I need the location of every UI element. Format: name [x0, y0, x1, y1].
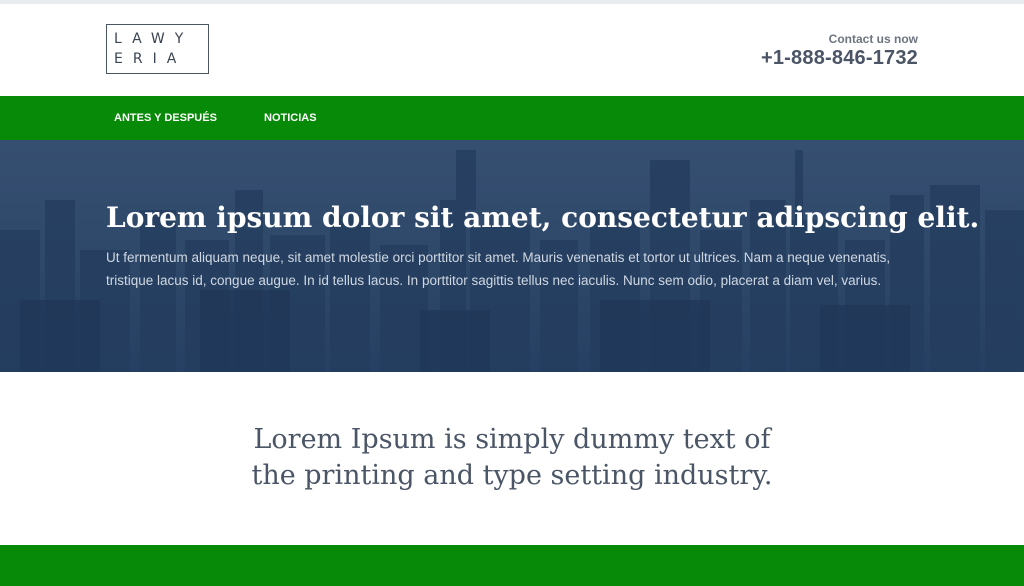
bottom-green-band: [0, 545, 1024, 586]
contact-block: Contact us now +1-888-846-1732: [761, 32, 918, 70]
hero-title: Lorem ipsum dolor sit amet, consectetur …: [106, 201, 980, 234]
nav-item-noticias[interactable]: NOTICIAS: [264, 96, 317, 140]
tagline-line-1: Lorem Ipsum is simply dummy text of: [253, 424, 771, 455]
logo-line-1: LAWY: [114, 31, 194, 47]
logo-line-2: ERIA: [114, 51, 187, 67]
main-nav-bar: ANTES Y DESPUÉS NOTICIAS: [0, 96, 1024, 140]
contact-phone-link[interactable]: +1-888-846-1732: [761, 46, 918, 70]
hero-banner: Lorem ipsum dolor sit amet, consectetur …: [0, 140, 1024, 372]
section-tagline: Lorem Ipsum is simply dummy text of the …: [0, 422, 1024, 494]
contact-label: Contact us now: [828, 32, 918, 46]
site-logo[interactable]: LAWY ERIA: [106, 24, 209, 74]
nav-item-antes-y-despues[interactable]: ANTES Y DESPUÉS: [114, 96, 217, 140]
hero-paragraph: Ut fermentum aliquam neque, sit amet mol…: [106, 250, 891, 288]
tagline-line-2: the printing and type setting industry.: [251, 460, 773, 491]
site-header: LAWY ERIA Contact us now +1-888-846-1732: [0, 4, 1024, 96]
